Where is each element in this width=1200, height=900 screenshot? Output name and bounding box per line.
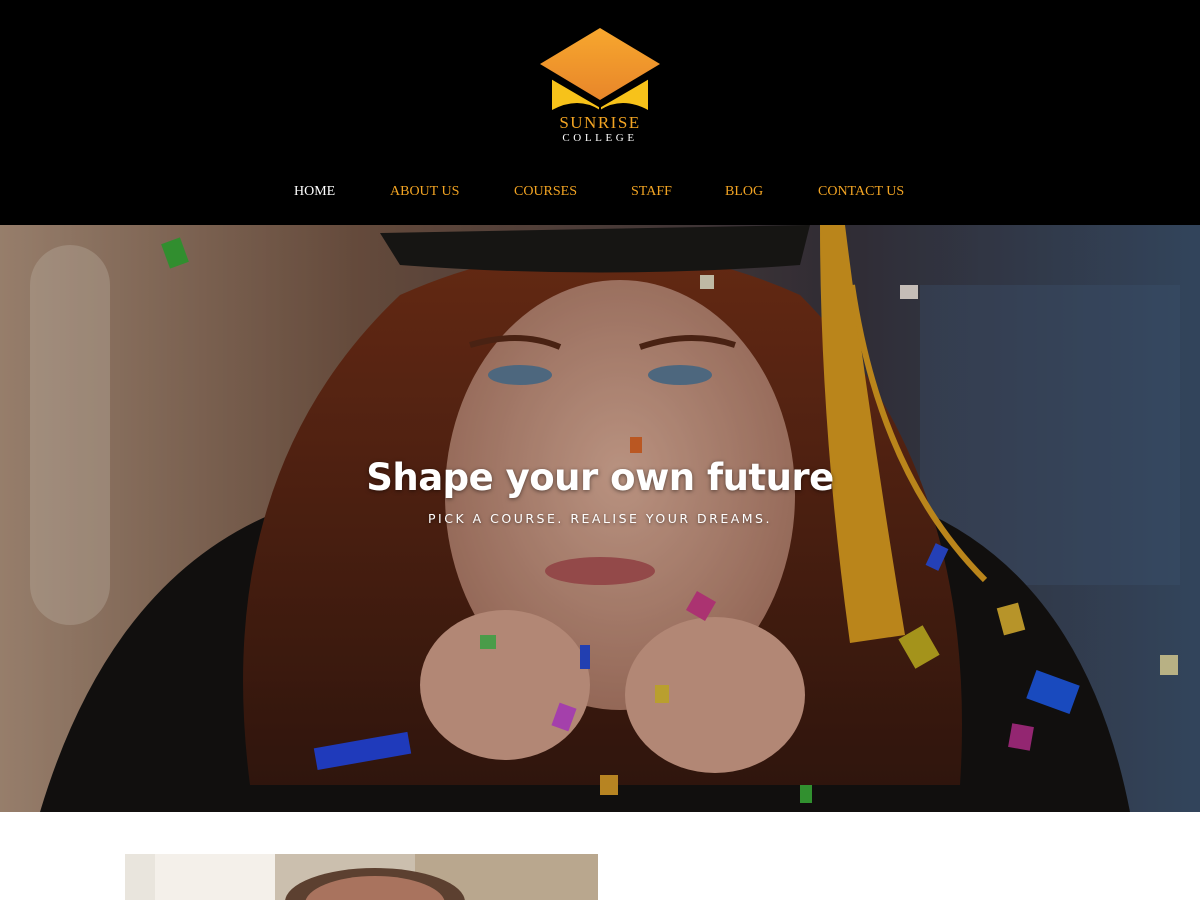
hero-subtitle: PICK A COURSE. REALISE YOUR DREAMS. (428, 511, 772, 526)
hero-title: Shape your own future (366, 456, 834, 499)
graduation-cap-book-icon (540, 28, 660, 112)
nav-staff[interactable]: STAFF (631, 183, 672, 201)
content-section (0, 812, 1200, 900)
staff-photo-image (125, 854, 598, 900)
nav-courses[interactable]: COURSES (514, 183, 577, 201)
brand-subtitle: COLLEGE (562, 132, 638, 144)
main-nav: HOME ABOUT US COURSES STAFF BLOG CONTACT… (0, 183, 1200, 203)
staff-photo (125, 854, 598, 900)
nav-blog[interactable]: BLOG (725, 183, 763, 201)
site-logo[interactable]: SUNRISE COLLEGE (538, 26, 662, 148)
nav-home[interactable]: HOME (294, 183, 335, 201)
nav-about-us[interactable]: ABOUT US (390, 183, 459, 201)
nav-contact-us[interactable]: CONTACT US (818, 183, 904, 201)
hero-banner: Shape your own future PICK A COURSE. REA… (0, 225, 1200, 812)
brand-name: SUNRISE (559, 113, 641, 132)
site-header: SUNRISE COLLEGE HOME ABOUT US COURSES ST… (0, 0, 1200, 225)
